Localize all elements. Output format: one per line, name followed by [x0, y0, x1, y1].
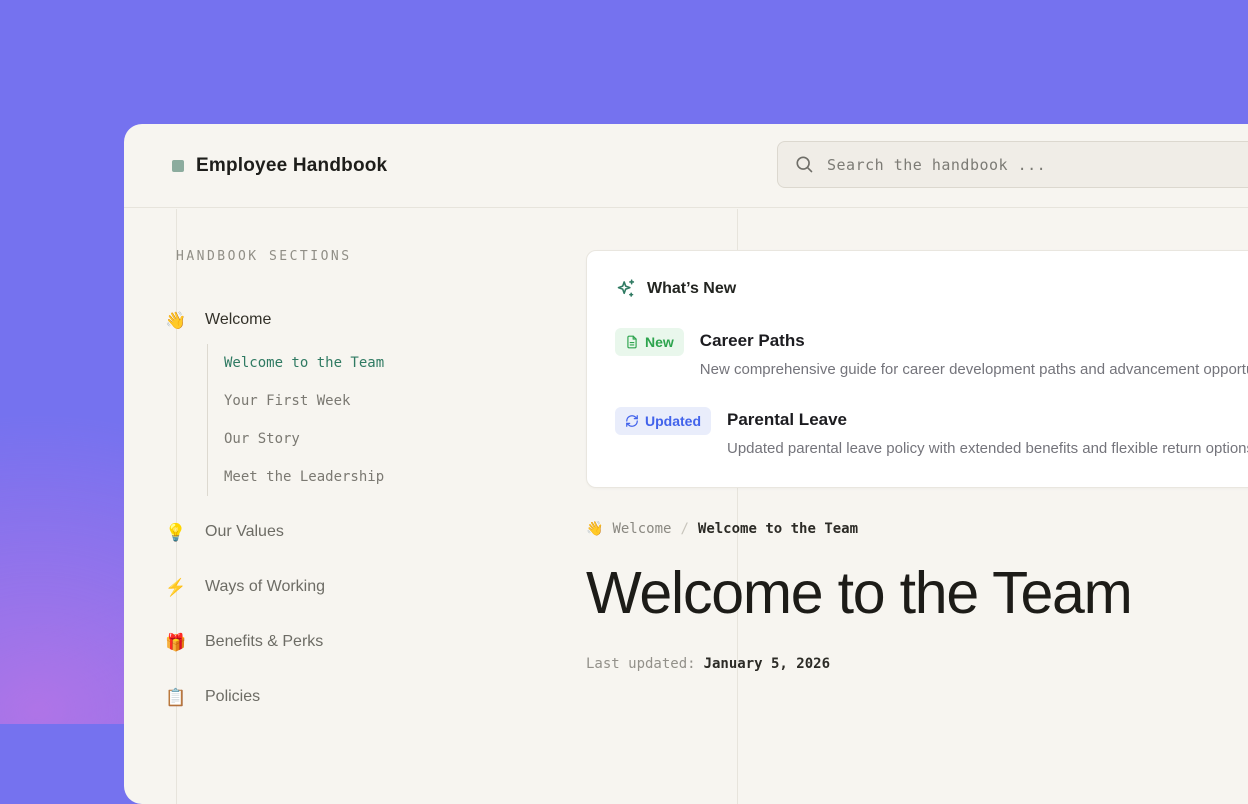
whats-new-title: What’s New: [647, 280, 736, 298]
sidebar-sublist-welcome: Welcome to the Team Your First Week Our …: [207, 344, 584, 496]
breadcrumb-separator: /: [680, 521, 688, 537]
updated-badge: Updated: [615, 407, 711, 435]
sidebar-subitem-meet-the-leadership[interactable]: Meet the Leadership: [208, 458, 584, 496]
wave-emoji-icon: 👋: [164, 312, 188, 329]
sidebar-nav: 👋 Welcome Welcome to the Team Your First…: [124, 308, 584, 709]
whats-new-item-description: New comprehensive guide for career devel…: [700, 361, 1248, 378]
sidebar-item-label: Benefits & Perks: [205, 633, 323, 651]
file-text-icon: [625, 335, 639, 349]
wave-emoji-icon: 👋: [586, 521, 603, 537]
whats-new-item-title: Parental Leave: [727, 407, 1248, 433]
whats-new-header: What’s New: [615, 278, 1248, 299]
sparkles-icon: [615, 278, 636, 299]
sidebar-subitem-welcome-to-the-team[interactable]: Welcome to the Team: [208, 344, 584, 382]
breadcrumb-section-link[interactable]: Welcome: [612, 521, 671, 537]
refresh-icon: [625, 414, 639, 428]
last-updated-value: January 5, 2026: [704, 656, 830, 672]
lightning-emoji-icon: ⚡: [164, 579, 188, 596]
sidebar-subitem-your-first-week[interactable]: Your First Week: [208, 382, 584, 420]
app-header: Employee Handbook Search the handbook ..…: [124, 124, 1248, 208]
sidebar-item-welcome[interactable]: 👋 Welcome: [124, 308, 584, 332]
sidebar-item-label: Ways of Working: [205, 578, 325, 596]
sidebar-item-our-values[interactable]: 💡 Our Values: [124, 520, 584, 544]
search-input[interactable]: Search the handbook ...: [777, 141, 1248, 188]
page-title: Welcome to the Team: [586, 559, 1248, 627]
app-title: Employee Handbook: [196, 155, 387, 177]
breadcrumb-current-page: Welcome to the Team: [698, 521, 858, 537]
sidebar-item-benefits-perks[interactable]: 🎁 Benefits & Perks: [124, 630, 584, 654]
breadcrumb: 👋 Welcome / Welcome to the Team: [586, 521, 1248, 537]
main-content: What’s New New Career Paths New comprehe…: [586, 209, 1248, 672]
sidebar-item-policies[interactable]: 📋 Policies: [124, 685, 584, 709]
search-icon: [795, 155, 814, 174]
new-badge: New: [615, 328, 684, 356]
whats-new-item-career-paths[interactable]: New Career Paths New comprehensive guide…: [615, 328, 1248, 378]
badge-label: New: [645, 334, 674, 350]
last-updated-label: Last updated:: [586, 656, 696, 672]
sidebar-section-label: HANDBOOK SECTIONS: [176, 249, 584, 264]
search-placeholder: Search the handbook ...: [827, 156, 1046, 174]
badge-label: Updated: [645, 413, 701, 429]
handbook-window: Employee Handbook Search the handbook ..…: [124, 124, 1248, 804]
whats-new-card: What’s New New Career Paths New comprehe…: [586, 250, 1248, 488]
lightbulb-emoji-icon: 💡: [164, 524, 188, 541]
sidebar-subitem-our-story[interactable]: Our Story: [208, 420, 584, 458]
last-updated-row: Last updated: January 5, 2026: [586, 656, 1248, 672]
sidebar-item-label: Our Values: [205, 523, 284, 541]
whats-new-item-body: Parental Leave Updated parental leave po…: [727, 407, 1248, 457]
sidebar-item-ways-of-working[interactable]: ⚡ Ways of Working: [124, 575, 584, 599]
clipboard-emoji-icon: 📋: [164, 689, 188, 706]
sidebar: HANDBOOK SECTIONS 👋 Welcome Welcome to t…: [124, 209, 584, 709]
whats-new-item-title: Career Paths: [700, 328, 1248, 354]
sidebar-item-label: Policies: [205, 688, 260, 706]
gift-emoji-icon: 🎁: [164, 634, 188, 651]
app-logo-icon: [172, 160, 184, 172]
whats-new-item-description: Updated parental leave policy with exten…: [727, 440, 1248, 457]
whats-new-item-parental-leave[interactable]: Updated Parental Leave Updated parental …: [615, 407, 1248, 457]
sidebar-item-label: Welcome: [205, 311, 271, 329]
whats-new-item-body: Career Paths New comprehensive guide for…: [700, 328, 1248, 378]
